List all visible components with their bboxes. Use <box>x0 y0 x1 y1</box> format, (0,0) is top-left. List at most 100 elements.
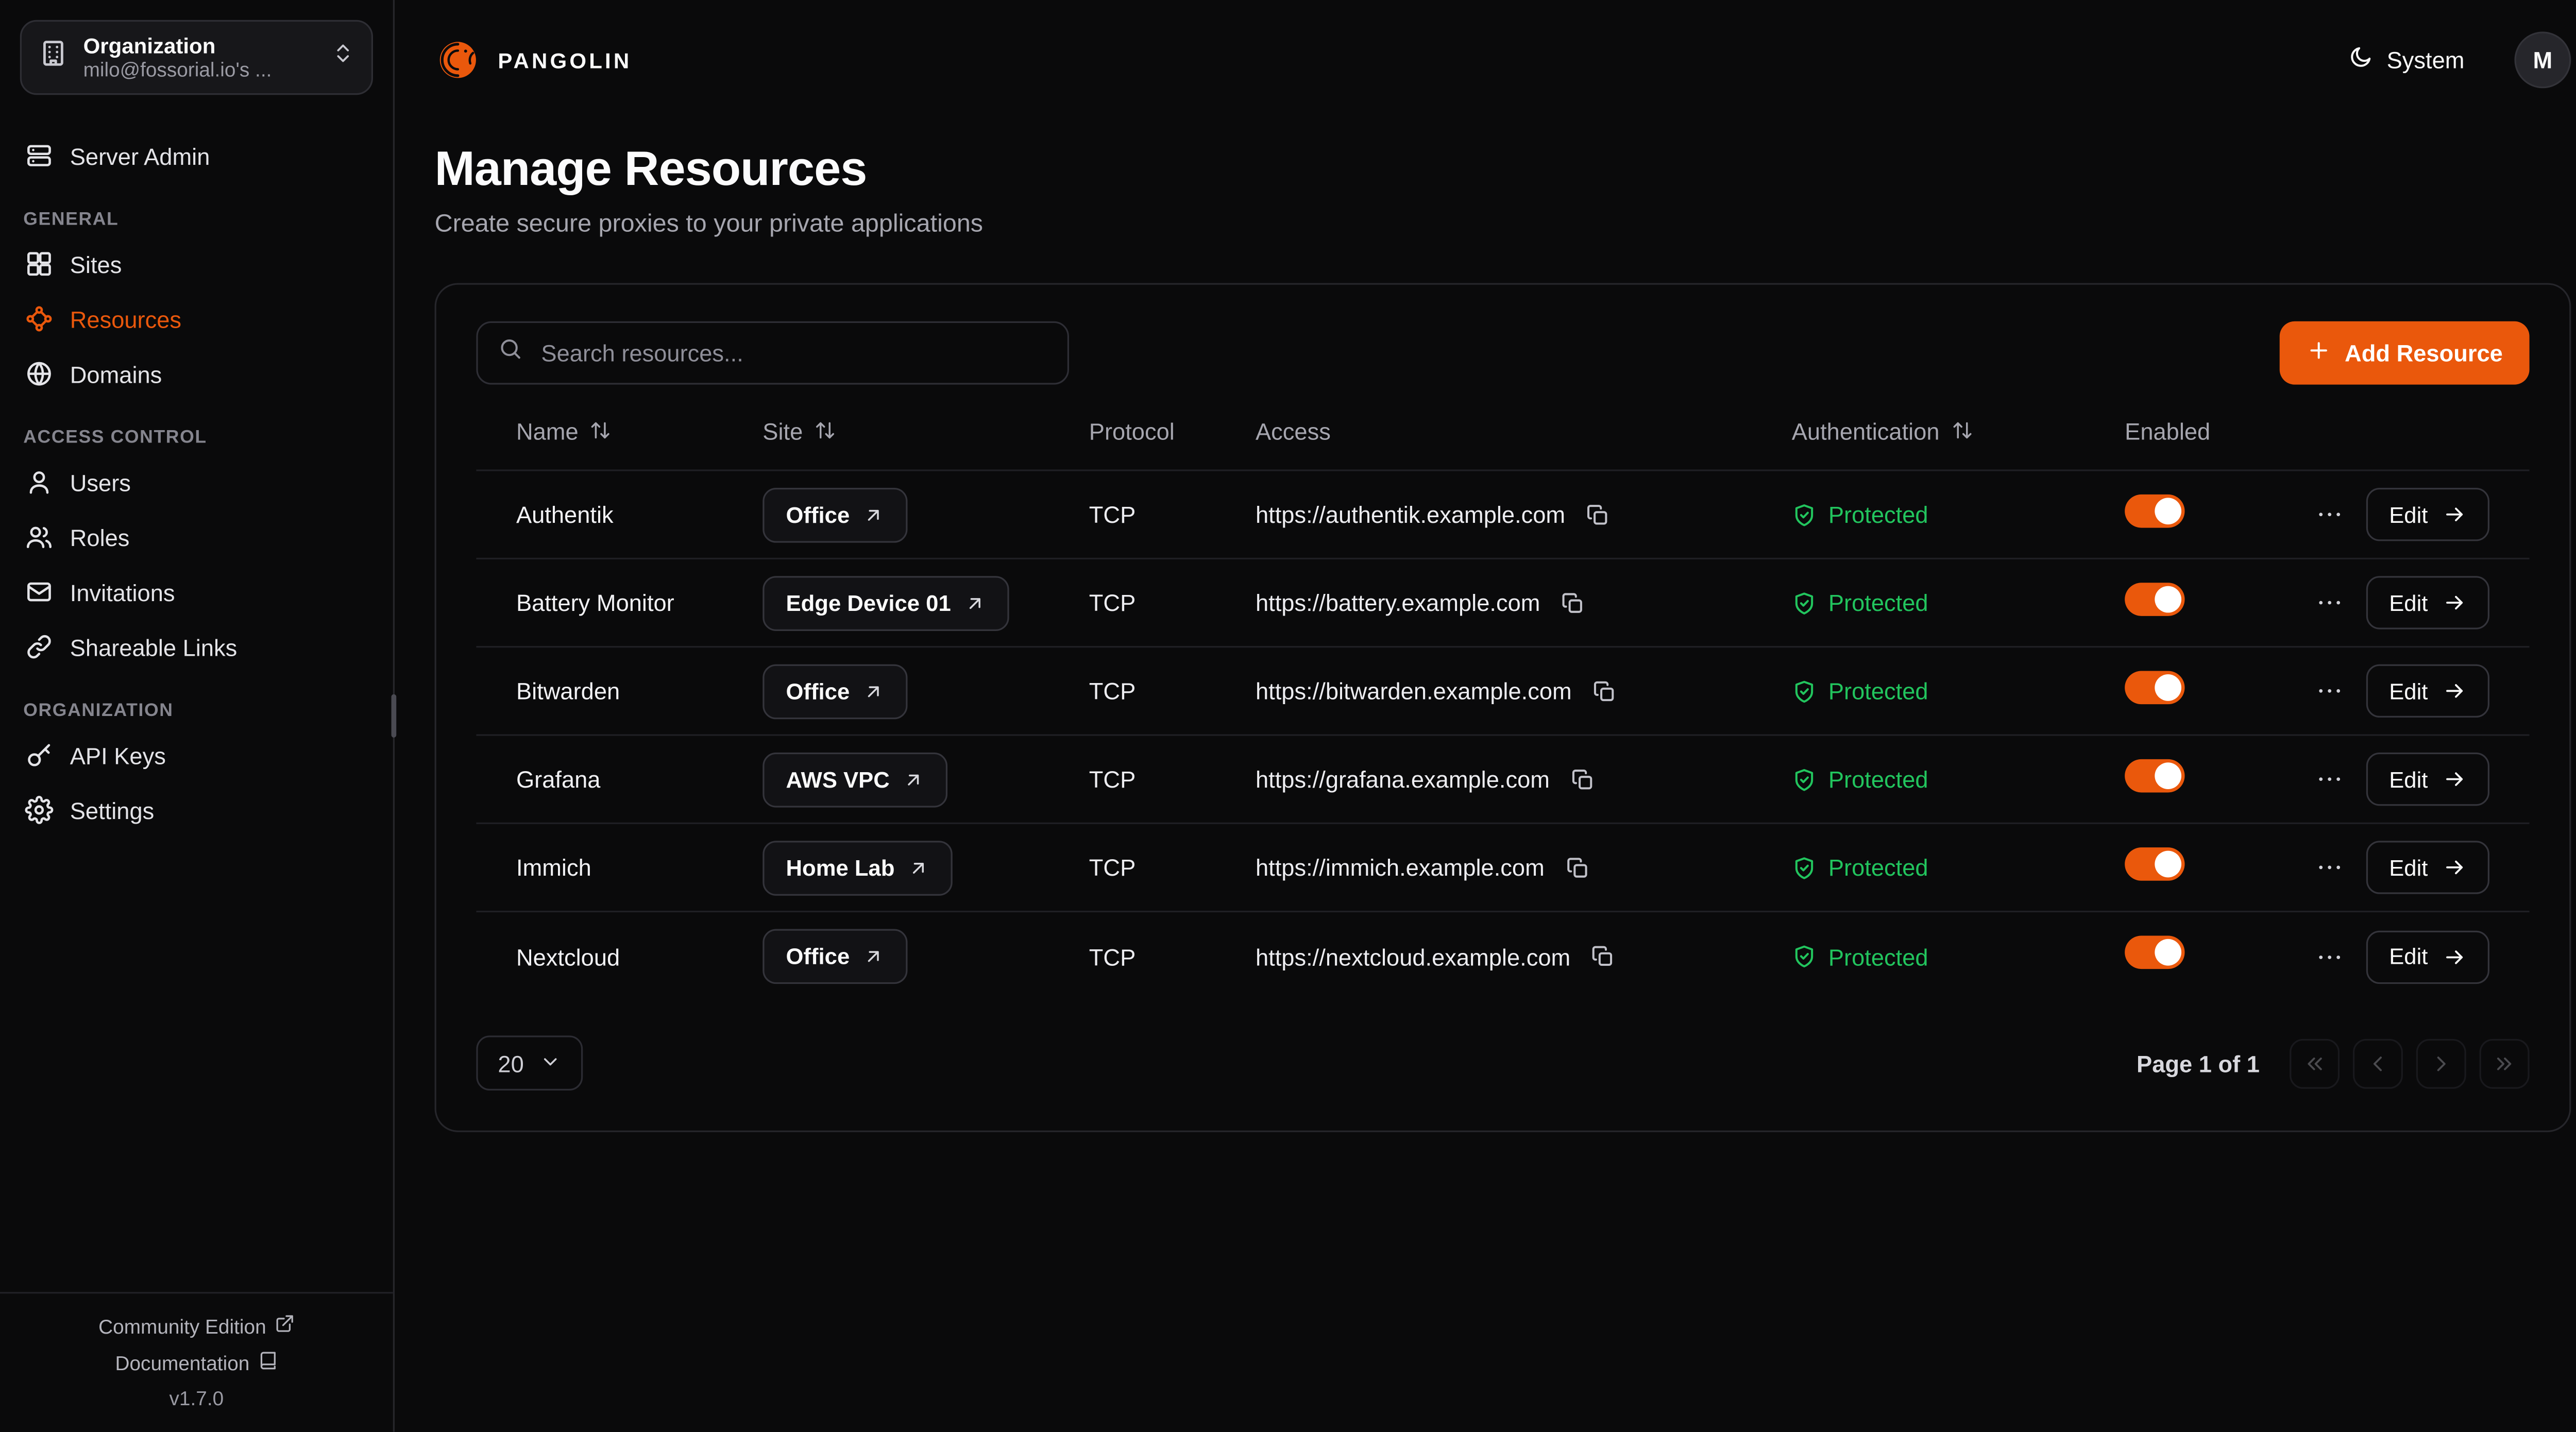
row-actions-button[interactable] <box>2309 583 2349 623</box>
chevron-left-icon <box>2366 1051 2389 1075</box>
add-resource-button[interactable]: Add Resource <box>2280 321 2530 385</box>
globe-icon <box>25 360 53 388</box>
copy-url-button[interactable] <box>1580 497 1615 532</box>
shield-check-icon <box>1792 944 1817 969</box>
site-link-button[interactable]: Edge Device 01 <box>762 575 1009 630</box>
edit-button[interactable]: Edit <box>2366 841 2489 894</box>
copy-url-button[interactable] <box>1565 762 1600 797</box>
table-row: Nextcloud Office TCP https://nextcloud.e… <box>476 912 2529 1000</box>
enabled-toggle[interactable] <box>2125 493 2184 527</box>
column-header-name[interactable]: Name <box>516 417 762 444</box>
main-content: PANGOLIN System M Manage Resources Creat… <box>395 0 2576 1432</box>
ellipsis-icon <box>2314 853 2344 882</box>
sidebar-item-label: Shareable Links <box>70 634 238 660</box>
resource-protocol: TCP <box>1089 501 1256 528</box>
sidebar-item-invitations[interactable]: Invitations <box>13 565 380 620</box>
community-edition-link[interactable]: Community Edition <box>98 1314 294 1338</box>
column-header-site[interactable]: Site <box>762 417 1089 444</box>
theme-toggle-button[interactable]: System <box>2335 35 2478 85</box>
enabled-toggle[interactable] <box>2125 847 2184 880</box>
resource-name: Bitwarden <box>516 677 762 704</box>
sort-icon <box>1951 419 1973 441</box>
sidebar-item-label: Settings <box>70 797 155 824</box>
sites-icon <box>25 250 53 278</box>
brand: PANGOLIN <box>435 37 632 83</box>
sidebar-item-settings[interactable]: Settings <box>13 782 380 838</box>
copy-icon <box>1570 766 1595 791</box>
arrow-right-icon <box>2443 856 2466 879</box>
auth-status: Protected <box>1792 766 2125 793</box>
enabled-toggle[interactable] <box>2125 758 2184 792</box>
edit-button[interactable]: Edit <box>2366 488 2489 541</box>
site-link-button[interactable]: Office <box>762 487 908 542</box>
enabled-toggle[interactable] <box>2125 670 2184 704</box>
row-actions-button[interactable] <box>2309 936 2349 977</box>
site-link-button[interactable]: Office <box>762 929 908 984</box>
page-title: Manage Resources <box>435 143 2571 198</box>
sidebar-item-sites[interactable]: Sites <box>13 236 380 292</box>
resource-url: https://grafana.example.com <box>1256 766 1550 793</box>
org-switcher[interactable]: Organization milo@fossorial.io's ... <box>20 20 373 95</box>
row-actions-button[interactable] <box>2309 671 2349 711</box>
resource-protocol: TCP <box>1089 766 1256 793</box>
documentation-link[interactable]: Documentation <box>115 1350 278 1375</box>
copy-icon <box>1591 678 1616 703</box>
arrow-right-icon <box>2443 768 2466 791</box>
resource-name: Battery Monitor <box>516 589 762 616</box>
row-actions-button[interactable] <box>2309 759 2349 799</box>
arrow-right-icon <box>2443 591 2466 614</box>
pagination-prev-page-button[interactable] <box>2353 1038 2403 1088</box>
resources-icon <box>25 304 53 333</box>
table-footer: 20 Page 1 of 1 <box>476 1035 2529 1090</box>
edit-button[interactable]: Edit <box>2366 930 2489 983</box>
copy-url-button[interactable] <box>1585 939 1620 974</box>
sidebar-item-roles[interactable]: Roles <box>13 509 380 565</box>
sidebar-item-label: Server Admin <box>70 142 210 169</box>
arrow-up-right-icon <box>908 857 929 878</box>
search-input[interactable] <box>538 338 1047 368</box>
copy-icon <box>1565 855 1589 880</box>
table-row: Grafana AWS VPC TCP https://grafana.exam… <box>476 736 2529 824</box>
edit-button[interactable]: Edit <box>2366 576 2489 629</box>
copy-url-button[interactable] <box>1560 850 1595 885</box>
pagination-next-page-button[interactable] <box>2416 1038 2466 1088</box>
row-actions-button[interactable] <box>2309 847 2349 888</box>
edit-button[interactable]: Edit <box>2366 664 2489 718</box>
sidebar-item-resources[interactable]: Resources <box>13 292 380 347</box>
sidebar-item-server-admin[interactable]: Server Admin <box>13 128 380 183</box>
table-header: NameSiteProtocolAccessAuthenticationEnab… <box>476 391 2529 471</box>
user-menu-button[interactable]: M <box>2514 31 2571 88</box>
page-size-select[interactable]: 20 <box>476 1035 582 1090</box>
edit-button[interactable]: Edit <box>2366 753 2489 806</box>
resource-url: https://bitwarden.example.com <box>1256 677 1572 704</box>
ellipsis-icon <box>2314 588 2344 618</box>
enabled-toggle[interactable] <box>2125 582 2184 616</box>
copy-icon <box>1585 502 1610 526</box>
ellipsis-icon <box>2314 764 2344 794</box>
plus-icon <box>2307 338 2331 363</box>
external-link-icon <box>275 1314 295 1334</box>
sidebar-item-api-keys[interactable]: API Keys <box>13 727 380 782</box>
auth-status: Protected <box>1792 677 2125 704</box>
gear-icon <box>25 796 53 824</box>
site-link-button[interactable]: AWS VPC <box>762 752 948 807</box>
sidebar-item-shareable-links[interactable]: Shareable Links <box>13 619 380 674</box>
copy-url-button[interactable] <box>1555 585 1590 620</box>
sidebar-section-title: ORGANIZATION <box>23 701 369 721</box>
site-link-button[interactable]: Office <box>762 663 908 719</box>
row-actions-button[interactable] <box>2309 495 2349 535</box>
table-row: Immich Home Lab TCP https://immich.examp… <box>476 824 2529 912</box>
search-icon <box>498 336 522 361</box>
sidebar-item-label: Sites <box>70 250 122 277</box>
sidebar-item-users[interactable]: Users <box>13 454 380 509</box>
pagination-last-page-button[interactable] <box>2480 1038 2530 1088</box>
sidebar-resize-handle[interactable] <box>392 694 397 738</box>
sidebar-item-domains[interactable]: Domains <box>13 346 380 401</box>
site-link-button[interactable]: Home Lab <box>762 840 953 895</box>
pagination-first-page-button[interactable] <box>2290 1038 2340 1088</box>
mail-icon <box>25 578 53 606</box>
enabled-toggle[interactable] <box>2125 935 2184 969</box>
column-header-authentication[interactable]: Authentication <box>1792 417 2125 444</box>
resource-protocol: TCP <box>1089 589 1256 616</box>
copy-url-button[interactable] <box>1587 673 1622 708</box>
